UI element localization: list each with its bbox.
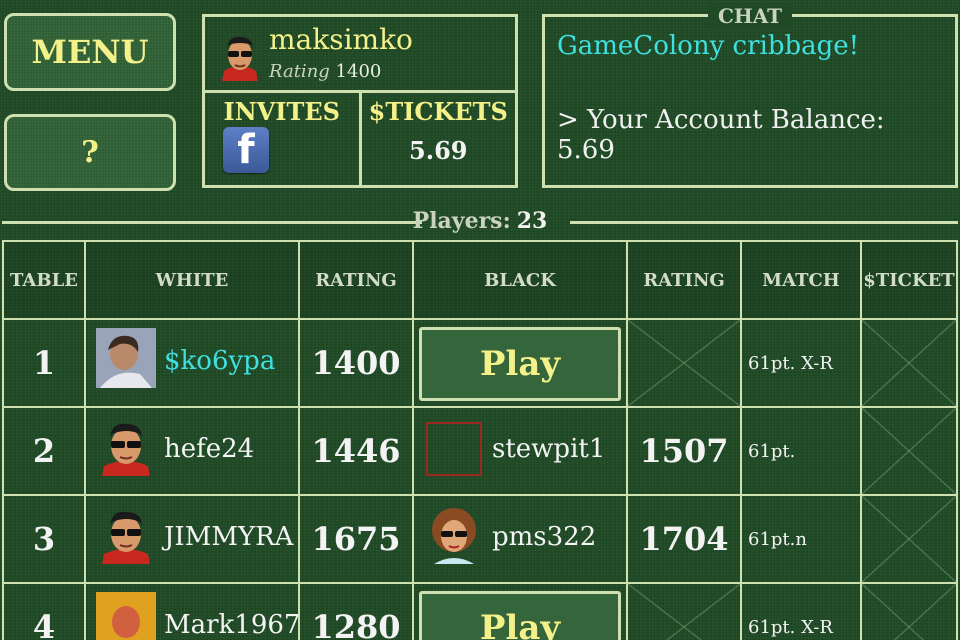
tickets-section: $TICKETS 5.69 — [358, 93, 516, 185]
lobby-table: TABLE WHITE RATING BLACK RATING MATCH $T… — [2, 240, 958, 640]
white-player-name: $ko6ypa — [164, 346, 276, 376]
white-player-name: Mark1967 — [164, 610, 301, 640]
black-rating: 1507 — [626, 406, 742, 496]
match-type: 61pt. X-R — [740, 582, 862, 640]
header-white-rating: RATING — [298, 240, 414, 320]
black-player[interactable]: stewpit1 — [412, 406, 628, 496]
header-table: TABLE — [2, 240, 86, 320]
table-number: 2 — [2, 406, 86, 496]
photo-avatar-icon — [96, 328, 156, 388]
table-row[interactable]: 1 $ko6ypa 1400 Play 61pt. X-R — [2, 318, 958, 408]
table-row[interactable]: 4 Mark1967 1280 Play 61pt. X-R — [2, 582, 958, 640]
table-number: 1 — [2, 318, 86, 408]
chat-title: CHAT — [707, 4, 793, 28]
ticket-cell — [860, 318, 958, 408]
black-player-name: pms322 — [492, 522, 597, 552]
invites-section: INVITES f — [205, 93, 359, 185]
black-rating: 1704 — [626, 494, 742, 584]
header-match: MATCH — [740, 240, 862, 320]
table-number: 3 — [2, 494, 86, 584]
help-button[interactable]: ? — [4, 114, 176, 191]
photo-avatar-icon — [96, 592, 156, 640]
white-rating: 1400 — [298, 318, 414, 408]
sunglasses-avatar-icon — [102, 511, 150, 564]
black-player[interactable]: pms322 — [412, 494, 628, 584]
ticket-cell — [860, 494, 958, 584]
match-type: 61pt.n — [740, 494, 862, 584]
players-count-bar: Players: 23 — [0, 206, 960, 236]
header-black-rating: RATING — [626, 240, 742, 320]
white-player-name: JIMMYRA — [164, 522, 294, 552]
chat-message: > Your Account Balance: 5.69 — [557, 105, 885, 165]
menu-button[interactable]: MENU — [4, 13, 176, 91]
empty-avatar — [426, 422, 482, 476]
white-rating: 1675 — [298, 494, 414, 584]
username: maksimko — [269, 23, 413, 56]
black-player: Play — [412, 318, 628, 408]
white-rating: 1280 — [298, 582, 414, 640]
header-black: BLACK — [412, 240, 628, 320]
table-row[interactable]: 3 JIMMYRA 1675 pms322 1704 61pt.n — [2, 494, 958, 584]
chat-message: GameColony cribbage! — [557, 31, 860, 61]
ticket-cell — [860, 406, 958, 496]
user-rating: Rating 1400 — [269, 61, 382, 82]
match-type: 61pt. X-R — [740, 318, 862, 408]
table-row[interactable]: 2 hefe24 1446 stewpit1 1507 61pt. — [2, 406, 958, 496]
curly-hair-avatar-icon — [432, 508, 476, 564]
black-rating — [626, 582, 742, 640]
header-white: WHITE — [84, 240, 300, 320]
table-header-row: TABLE WHITE RATING BLACK RATING MATCH $T… — [2, 240, 958, 320]
play-button[interactable]: Play — [419, 591, 621, 640]
white-player[interactable]: Mark1967 — [84, 582, 301, 640]
white-rating: 1446 — [298, 406, 414, 496]
black-rating — [626, 318, 742, 408]
players-count: 23 — [516, 208, 548, 234]
ticket-cell — [860, 582, 958, 640]
sunglasses-avatar-icon — [222, 36, 258, 81]
tickets-label: $TICKETS — [368, 97, 508, 126]
match-type: 61pt. — [740, 406, 862, 496]
play-button[interactable]: Play — [419, 327, 621, 401]
white-player[interactable]: $ko6ypa — [84, 318, 300, 408]
chat-panel[interactable]: CHAT GameColony cribbage! > Your Account… — [542, 4, 958, 188]
black-player-name: stewpit1 — [492, 434, 606, 464]
black-player: Play — [412, 582, 628, 640]
table-number: 4 — [2, 582, 86, 640]
white-player[interactable]: hefe24 — [84, 406, 300, 496]
invites-label: INVITES — [223, 97, 341, 126]
white-player[interactable]: JIMMYRA — [84, 494, 300, 584]
players-label: Players: — [412, 208, 511, 234]
facebook-icon[interactable]: f — [223, 127, 269, 173]
sunglasses-avatar-icon — [102, 423, 150, 476]
profile-panel: maksimko Rating 1400 INVITES f $TICKETS … — [202, 14, 518, 188]
white-player-name: hefe24 — [164, 434, 255, 464]
tickets-value: 5.69 — [409, 136, 468, 165]
header-ticket: $TICKET — [860, 240, 958, 320]
